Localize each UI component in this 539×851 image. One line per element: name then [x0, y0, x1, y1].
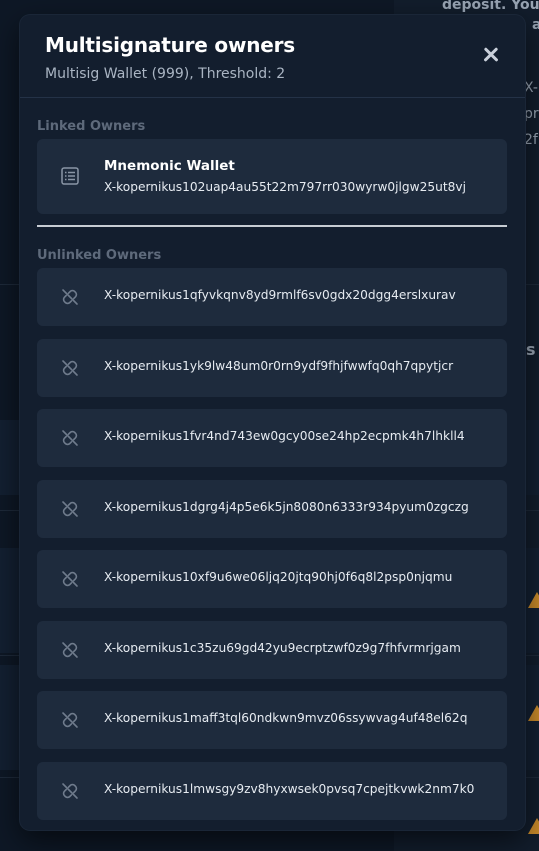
unlinked-owner-card[interactable]: X-kopernikus1fvr4nd743ew0gcy00se24hp2ecp…: [37, 409, 507, 467]
unlinked-owner-address: X-kopernikus1dgrg4j4p5e6k5jn8080n6333r93…: [104, 499, 469, 514]
linked-owners-label: Linked Owners: [37, 119, 146, 134]
unlinked-owner-address: X-kopernikus1maff3tql60ndkwn9mvz06ssywva…: [104, 711, 468, 725]
unlinked-owner-card[interactable]: X-kopernikus1yk9lw48um0r0rn9ydf9fhjfwwfq…: [37, 338, 507, 397]
multisig-owners-modal: Multisignature owners Multisig Wallet (9…: [20, 15, 525, 830]
unlinked-owner-address: X-kopernikus1fvr4nd743ew0gcy00se24hp2ecp…: [104, 429, 465, 443]
modal-subtitle: Multisig Wallet (999), Threshold: 2: [45, 66, 286, 82]
background-text: deposit. You c: [442, 0, 539, 13]
section-divider: [37, 225, 507, 227]
broken-link-icon: [62, 782, 78, 799]
unlinked-owner-card[interactable]: X-kopernikus1c35zu69gd42yu9ecrptzwf0z9g7…: [37, 620, 507, 679]
close-icon[interactable]: [479, 43, 503, 67]
unlinked-owner-card[interactable]: X-kopernikus1dgrg4j4p5e6k5jn8080n6333r93…: [37, 479, 507, 538]
unlinked-owner-address: X-kopernikus10xf9u6we06ljq20jtq90hj0f6q8…: [104, 570, 453, 584]
modal-header: Multisignature owners Multisig Wallet (9…: [20, 15, 525, 98]
broken-link-icon: [62, 712, 78, 728]
background-text: pr: [524, 106, 539, 122]
broken-link-icon: [62, 571, 78, 587]
wallet-list-icon: [61, 167, 79, 185]
unlinked-owner-card[interactable]: X-kopernikus1lmwsgy9zv8hyxwsek0pvsq7cpej…: [37, 761, 507, 820]
unlinked-owner-card[interactable]: X-kopernikus1maff3tql60ndkwn9mvz06ssywva…: [37, 691, 507, 749]
broken-link-icon: [62, 359, 78, 376]
unlinked-owner-address: X-kopernikus1qfyvkqnv8yd9rmlf6sv0gdx20dg…: [104, 288, 456, 302]
linked-owner-name: Mnemonic Wallet: [104, 158, 235, 174]
unlinked-owners-label: Unlinked Owners: [37, 248, 162, 263]
warning-icon: [528, 705, 539, 721]
warning-icon: [528, 818, 539, 834]
warning-icon: [528, 592, 539, 608]
modal-title: Multisignature owners: [45, 33, 295, 57]
unlinked-owner-card[interactable]: X-kopernikus10xf9u6we06ljq20jtq90hj0f6q8…: [37, 550, 507, 608]
broken-link-icon: [62, 430, 78, 446]
background-text: s: [526, 340, 536, 359]
background-text: a: [532, 17, 539, 33]
unlinked-owner-address: X-kopernikus1lmwsgy9zv8hyxwsek0pvsq7cpej…: [104, 781, 475, 796]
unlinked-owner-card[interactable]: X-kopernikus1qfyvkqnv8yd9rmlf6sv0gdx20dg…: [37, 268, 507, 326]
unlinked-owner-address: X-kopernikus1c35zu69gd42yu9ecrptzwf0z9g7…: [104, 640, 461, 655]
broken-link-icon: [62, 289, 78, 305]
background-text: 2f: [524, 132, 538, 148]
unlinked-owner-address: X-kopernikus1yk9lw48um0r0rn9ydf9fhjfwwfq…: [104, 358, 454, 373]
broken-link-icon: [62, 500, 78, 517]
broken-link-icon: [62, 641, 78, 658]
linked-owner-card[interactable]: Mnemonic Wallet X-kopernikus102uap4au55t…: [37, 139, 507, 214]
linked-owner-address: X-kopernikus102uap4au55t22m797rr030wyrw0…: [104, 180, 467, 194]
background-text: X-I: [524, 80, 539, 96]
